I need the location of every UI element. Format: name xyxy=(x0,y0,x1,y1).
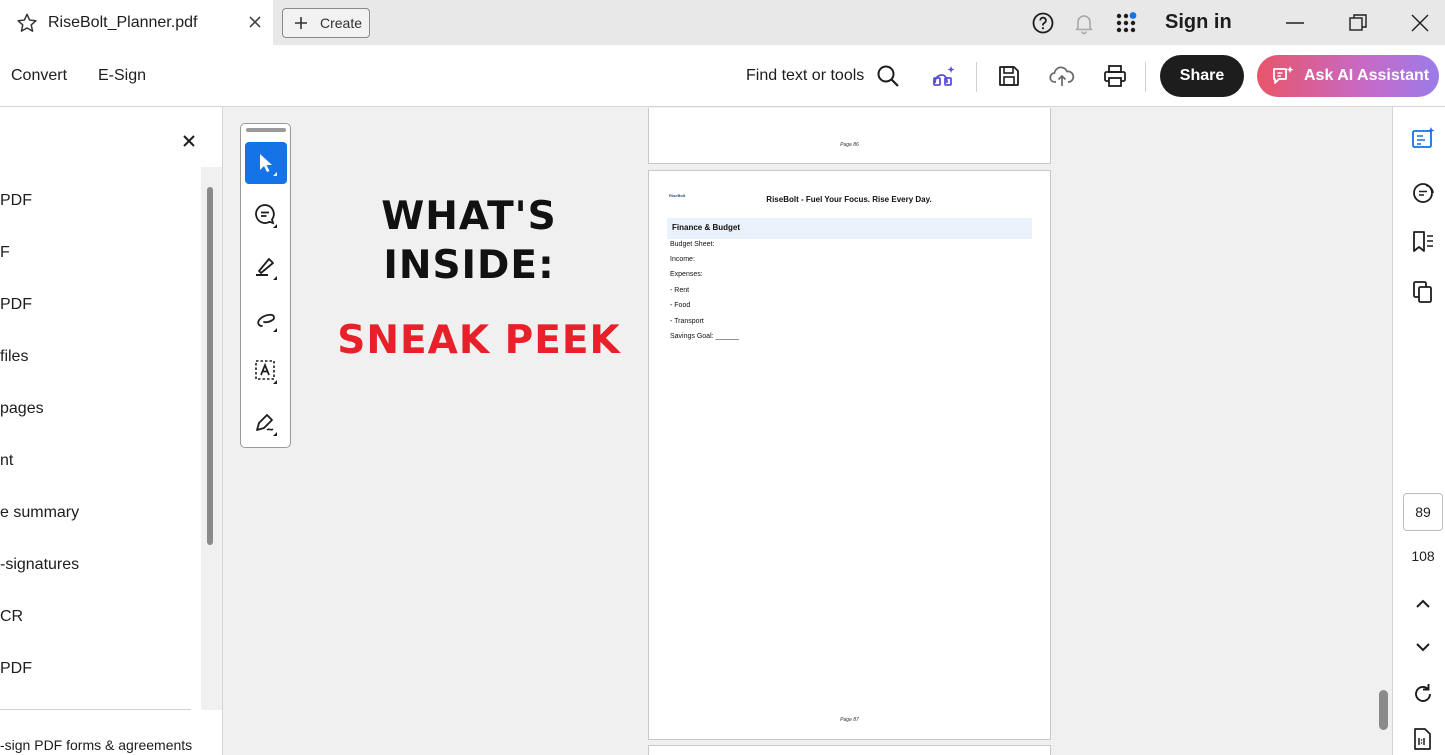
ai-assistant-icon xyxy=(1273,66,1294,84)
tool-list-item[interactable]: -signatures xyxy=(0,556,79,574)
pdf-page-current: RiseBolt RiseBolt - Fuel Your Focus. Ris… xyxy=(648,170,1051,740)
section-title: Finance & Budget xyxy=(672,223,741,232)
share-button[interactable]: Share xyxy=(1160,55,1244,97)
sign-in-link[interactable]: Sign in xyxy=(1165,11,1232,34)
ai-summary-icon[interactable] xyxy=(1410,126,1436,152)
help-icon[interactable] xyxy=(1031,11,1055,35)
upload-cloud-icon[interactable] xyxy=(1049,63,1075,89)
apps-grid-icon[interactable] xyxy=(1114,11,1138,35)
panel-divider xyxy=(0,709,191,710)
tool-list-item[interactable]: pages xyxy=(0,400,44,418)
freehand-draw-icon xyxy=(257,313,277,332)
tool-list-item[interactable]: CR xyxy=(0,608,23,626)
create-button[interactable]: Create xyxy=(282,8,370,38)
close-panel-icon[interactable] xyxy=(180,132,198,150)
chevron-down-icon[interactable] xyxy=(1410,634,1436,660)
drag-handle[interactable] xyxy=(246,128,286,132)
star-icon[interactable] xyxy=(16,12,38,34)
risebolt-logo: RiseBolt xyxy=(669,193,686,198)
comment-tool-button[interactable] xyxy=(245,194,287,236)
highlighter-icon xyxy=(256,258,277,280)
plus-icon xyxy=(295,17,307,29)
notifications-bell-icon[interactable] xyxy=(1072,11,1096,35)
ask-ai-assistant-label: Ask AI Assistant xyxy=(1304,67,1430,84)
save-icon[interactable] xyxy=(996,63,1022,89)
promo-subheading: SNEAK PEEK xyxy=(337,318,621,363)
menu-convert[interactable]: Convert xyxy=(11,67,67,85)
find-tools-label[interactable]: Find text or tools xyxy=(746,67,864,85)
main-toolbar: Convert E-Sign Find text or tools Share … xyxy=(0,45,1445,107)
document-tab[interactable]: RiseBolt_Planner.pdf xyxy=(0,0,273,45)
close-window-icon[interactable] xyxy=(1408,11,1432,35)
pen-sign-icon xyxy=(256,414,277,436)
page-number-label: Page 86 xyxy=(840,142,859,148)
pdf-page-previous: Page 86 xyxy=(648,108,1051,164)
toolbar-divider xyxy=(976,62,977,92)
menu-esign[interactable]: E-Sign xyxy=(98,67,146,85)
page-text-line: - Rent xyxy=(670,287,690,294)
select-tool-button[interactable] xyxy=(245,142,287,184)
all-tools-panel: PDF F PDF files pages nt e summary -sign… xyxy=(0,107,223,755)
rotate-icon[interactable] xyxy=(1410,681,1436,707)
tool-list-item[interactable]: PDF xyxy=(0,192,32,210)
tool-list-item[interactable]: F xyxy=(0,244,10,262)
promo-heading: WHAT'S INSIDE: xyxy=(334,192,604,290)
create-button-label: Create xyxy=(320,15,363,31)
text-box-icon xyxy=(255,360,277,384)
current-page-input[interactable]: 89 xyxy=(1403,493,1443,531)
search-icon[interactable] xyxy=(875,63,901,89)
draw-tool-button[interactable] xyxy=(245,298,287,340)
acrobat-window: RiseBolt_Planner.pdf Create Sign in Conv… xyxy=(0,0,1445,755)
pages-thumbnails-icon[interactable] xyxy=(1410,279,1436,305)
ai-tools-icon[interactable] xyxy=(931,63,957,89)
text-box-tool-button[interactable] xyxy=(245,350,287,392)
document-scrollbar-thumb[interactable] xyxy=(1379,690,1388,730)
tool-list-item[interactable]: nt xyxy=(0,452,13,470)
actual-size-icon[interactable] xyxy=(1410,726,1436,752)
esign-footer-link[interactable]: -sign PDF forms & agreements xyxy=(0,737,192,753)
pdf-page-next xyxy=(648,745,1051,755)
chevron-up-icon[interactable] xyxy=(1410,591,1436,617)
document-viewer[interactable]: WHAT'S INSIDE: SNEAK PEEK Page 86 RiseBo… xyxy=(224,108,1392,755)
restore-icon[interactable] xyxy=(1346,11,1370,35)
promo-heading-line: INSIDE: xyxy=(383,243,555,288)
page-header: RiseBolt - Fuel Your Focus. Rise Every D… xyxy=(766,195,932,204)
comments-icon[interactable] xyxy=(1410,180,1436,206)
page-text-line: - Transport xyxy=(670,318,704,325)
page-text-line: Budget Sheet: xyxy=(670,241,715,248)
page-text-line: Income: xyxy=(670,256,695,263)
page-text-line: Savings Goal: ______ xyxy=(670,333,739,340)
promo-heading-line: WHAT'S xyxy=(381,194,557,239)
page-text-line: Expenses: xyxy=(670,271,703,278)
tool-list-item[interactable]: e summary xyxy=(0,504,79,522)
close-tab-icon[interactable] xyxy=(246,13,264,31)
tool-list-item[interactable]: PDF xyxy=(0,660,32,678)
total-pages: 108 xyxy=(1411,548,1435,564)
right-rail: 89 108 xyxy=(1392,107,1445,755)
page-text-line: - Food xyxy=(670,302,691,309)
cursor-icon xyxy=(260,154,277,176)
bookmarks-icon[interactable] xyxy=(1410,229,1436,255)
ask-ai-assistant-button[interactable]: Ask AI Assistant xyxy=(1257,55,1439,97)
quick-tools-bar xyxy=(240,123,291,448)
print-icon[interactable] xyxy=(1102,63,1128,89)
sign-tool-button[interactable] xyxy=(245,402,287,444)
tool-list-item[interactable]: PDF xyxy=(0,296,32,314)
toolbar-divider xyxy=(1145,62,1146,92)
tab-title: RiseBolt_Planner.pdf xyxy=(48,14,198,31)
panel-scrollbar-thumb[interactable] xyxy=(207,187,213,545)
comment-icon xyxy=(255,204,277,228)
tab-bar: RiseBolt_Planner.pdf Create Sign in xyxy=(0,0,1445,45)
minimize-icon[interactable] xyxy=(1283,11,1307,35)
highlight-tool-button[interactable] xyxy=(245,246,287,288)
page-number-label: Page 87 xyxy=(840,717,859,723)
section-banner: Finance & Budget xyxy=(667,218,1032,239)
tool-list-item[interactable]: files xyxy=(0,348,28,366)
